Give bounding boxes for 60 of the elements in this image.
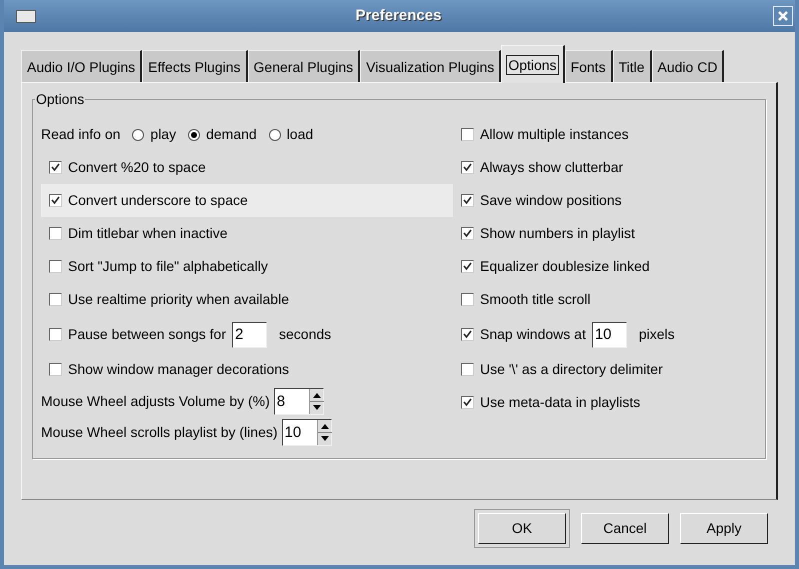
unit-label: pixels: [638, 325, 675, 344]
checkbox-label[interactable]: Smooth title scroll: [480, 289, 590, 310]
tab[interactable]: Effects Plugins: [142, 50, 248, 82]
checkbox[interactable]: [49, 161, 62, 174]
radio-label: Read info on: [41, 125, 120, 144]
checkbox-label[interactable]: Convert underscore to space: [68, 190, 248, 211]
checkbox-label[interactable]: Show numbers in playlist: [480, 223, 635, 244]
unit-label: seconds: [279, 325, 332, 344]
radio-option[interactable]: play: [132, 124, 176, 145]
checkbox-label[interactable]: Convert %20 to space: [68, 157, 206, 178]
checkbox-label[interactable]: Use realtime priority when available: [68, 289, 289, 310]
tab[interactable]: Fonts: [564, 50, 613, 82]
checkbox[interactable]: [461, 396, 474, 409]
close-button[interactable]: [773, 6, 793, 26]
checkbox-label[interactable]: Snap windows at: [480, 324, 586, 345]
window-menu-icon[interactable]: [16, 10, 36, 22]
checkbox[interactable]: [461, 161, 474, 174]
checkbox-label[interactable]: Sort "Jump to file" alphabetically: [68, 256, 268, 277]
checkbox-label[interactable]: Always show clutterbar: [480, 157, 624, 178]
tab[interactable]: General Plugins: [248, 50, 360, 82]
checkbox[interactable]: [49, 363, 62, 376]
tab[interactable]: Title: [612, 50, 652, 82]
checkbox-label[interactable]: Equalizer doublesize linked: [480, 256, 650, 277]
checkbox[interactable]: [461, 128, 474, 141]
dialog-button[interactable]: Cancel: [581, 513, 669, 544]
checkbox[interactable]: [461, 363, 474, 376]
checkbox[interactable]: [461, 260, 474, 273]
checkbox[interactable]: [49, 260, 62, 273]
window-title: Preferences: [354, 6, 442, 26]
spin-field[interactable]: 8: [274, 388, 324, 415]
tab[interactable]: Audio CD: [652, 50, 724, 82]
tab[interactable]: Visualization Plugins: [360, 50, 502, 82]
checkbox-label[interactable]: Allow multiple instances: [480, 124, 629, 145]
checkbox[interactable]: [49, 328, 62, 341]
close-icon: [778, 11, 788, 21]
checkbox[interactable]: [49, 227, 62, 240]
dialog-button[interactable]: Apply: [680, 513, 768, 544]
radio-option[interactable]: demand: [188, 124, 257, 145]
checkbox[interactable]: [461, 194, 474, 207]
checkbox[interactable]: [49, 293, 62, 306]
spin-label: Mouse Wheel adjusts Volume by (%): [41, 392, 270, 411]
tab[interactable]: Options: [501, 45, 565, 83]
checkbox[interactable]: [461, 293, 474, 306]
dialog-button[interactable]: OK: [478, 513, 566, 544]
input-field[interactable]: 2: [232, 322, 267, 348]
checkbox-label[interactable]: Show window manager decorations: [68, 359, 290, 380]
checkbox-label[interactable]: Dim titlebar when inactive: [68, 223, 228, 244]
input-field[interactable]: 10: [592, 322, 627, 348]
checkbox-label[interactable]: Use '\' as a directory delimiter: [480, 359, 663, 380]
spin-label: Mouse Wheel scrolls playlist by (lines): [41, 423, 278, 442]
tab[interactable]: Audio I/O Plugins: [21, 50, 142, 82]
radio-option[interactable]: load: [268, 124, 314, 145]
checkbox-label[interactable]: Pause between songs for: [68, 324, 226, 345]
checkbox[interactable]: [461, 328, 474, 341]
checkbox-label[interactable]: Use meta-data in playlists: [480, 392, 640, 413]
checkbox-label[interactable]: Save window positions: [480, 190, 622, 211]
checkbox[interactable]: [461, 227, 474, 240]
spin-field[interactable]: 10: [282, 419, 332, 446]
checkbox[interactable]: [49, 194, 62, 207]
option-row[interactable]: Convert underscore to space: [41, 184, 453, 217]
